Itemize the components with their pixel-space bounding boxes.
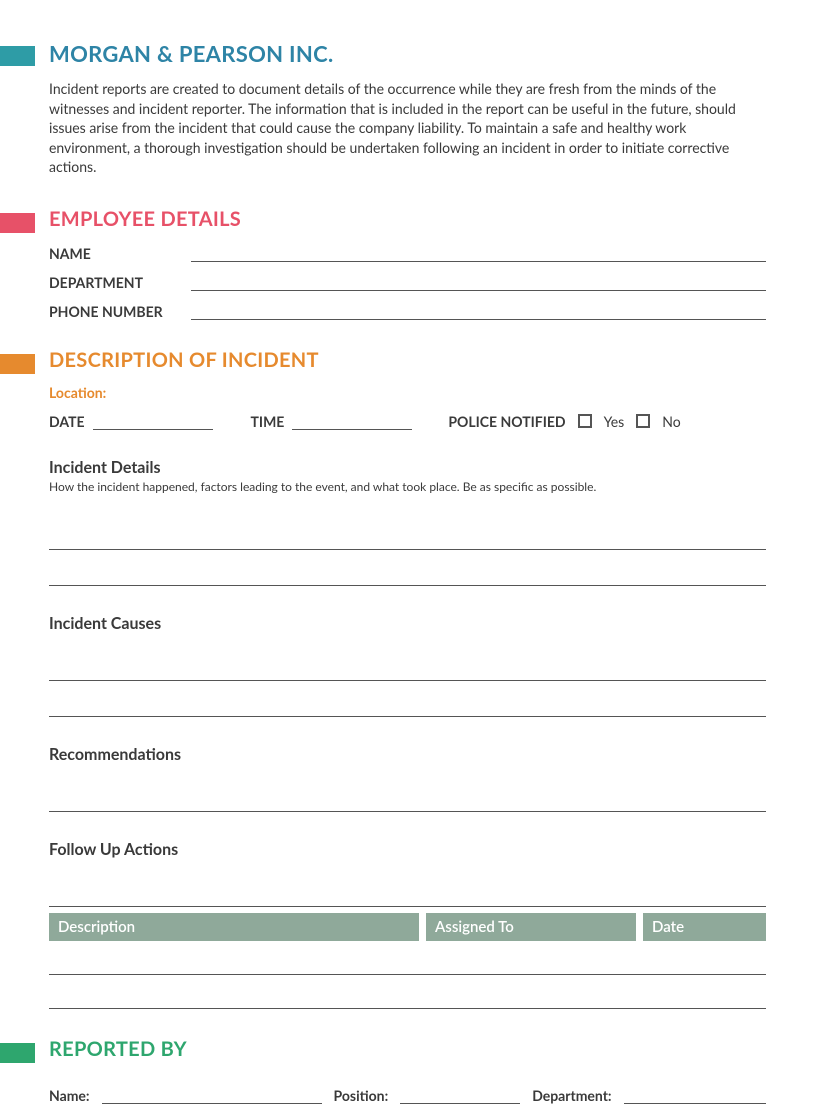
employee-section: EMPLOYEE DETAILS NAME DEPARTMENT PHONE N… [0, 207, 816, 320]
reported-name-label: Name: [49, 1087, 90, 1104]
recommendations-lines[interactable] [49, 776, 766, 812]
name-input[interactable] [191, 243, 766, 262]
date-label: DATE [49, 413, 85, 430]
department-field-row: DEPARTMENT [49, 272, 766, 291]
time-label: TIME [251, 413, 285, 430]
date-input[interactable] [93, 411, 213, 430]
police-yes-label: Yes [604, 413, 625, 430]
section-tab-red [0, 213, 35, 233]
reported-position-label: Position: [334, 1087, 389, 1104]
department-input[interactable] [191, 272, 766, 291]
police-yes-checkbox[interactable] [578, 414, 592, 428]
followup-lines[interactable] [49, 871, 766, 907]
phone-field-row: PHONE NUMBER [49, 301, 766, 320]
employee-heading: EMPLOYEE DETAILS [49, 207, 766, 231]
th-date: Date [643, 913, 766, 941]
followup-table-header: Description Assigned To Date [49, 913, 766, 941]
reported-row: Name: Position: Department: [49, 1085, 766, 1104]
reported-position-input[interactable] [400, 1085, 520, 1104]
reported-department-label: Department: [532, 1087, 611, 1104]
police-notified-group: POLICE NOTIFIED Yes No [448, 413, 680, 430]
police-no-label: No [662, 413, 680, 430]
header-section: MORGAN & PEARSON INC. Incident reports a… [0, 40, 816, 177]
phone-input[interactable] [191, 301, 766, 320]
company-name: MORGAN & PEARSON INC. [49, 40, 766, 67]
section-tab-orange [0, 354, 35, 374]
details-desc: How the incident happened, factors leadi… [49, 479, 766, 494]
reported-department-input[interactable] [624, 1085, 766, 1104]
reported-section: REPORTED BY Name: Position: Department: [0, 1037, 816, 1104]
police-label: POLICE NOTIFIED [448, 413, 565, 430]
followup-heading: Follow Up Actions [49, 840, 766, 859]
th-description: Description [49, 913, 419, 941]
causes-lines[interactable] [49, 645, 766, 717]
department-label: DEPARTMENT [49, 274, 179, 291]
location-label: Location: [49, 384, 766, 401]
section-tab-green [0, 1043, 35, 1063]
intro-text: Incident reports are created to document… [49, 79, 766, 177]
section-tab-teal [0, 46, 35, 66]
incident-heading: DESCRIPTION OF INCIDENT [49, 348, 766, 372]
name-label: NAME [49, 245, 179, 262]
followup-table-body[interactable] [49, 941, 766, 1009]
details-heading: Incident Details [49, 458, 766, 477]
reported-name-input[interactable] [102, 1085, 322, 1104]
name-field-row: NAME [49, 243, 766, 262]
reported-heading: REPORTED BY [49, 1037, 766, 1061]
recommendations-heading: Recommendations [49, 745, 766, 764]
th-assigned: Assigned To [426, 913, 636, 941]
phone-label: PHONE NUMBER [49, 303, 179, 320]
causes-heading: Incident Causes [49, 614, 766, 633]
date-time-row: DATE TIME POLICE NOTIFIED Yes No [49, 411, 766, 430]
details-lines[interactable] [49, 514, 766, 586]
incident-section: DESCRIPTION OF INCIDENT Location: DATE T… [0, 348, 816, 1009]
time-input[interactable] [292, 411, 412, 430]
police-no-checkbox[interactable] [636, 414, 650, 428]
